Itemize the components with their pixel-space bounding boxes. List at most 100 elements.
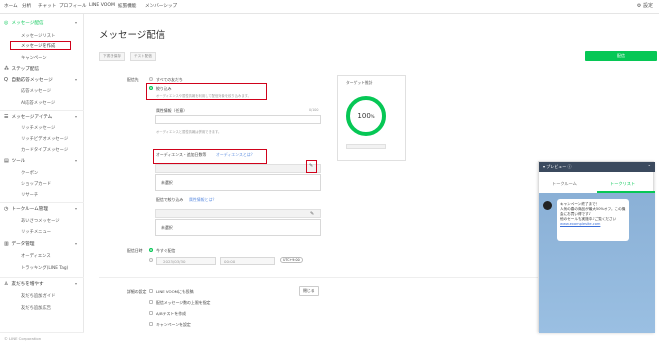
sidebar-section-message[interactable]: ◎ メッセージ配信	[4, 20, 44, 26]
sidebar-item-greeting[interactable]: あいさつメッセージ	[21, 218, 60, 224]
sidebar-section-tools[interactable]: ▤ ツール	[4, 158, 25, 164]
advanced-option-voom: LINE VOOMにも投稿	[156, 289, 194, 294]
char-counter: 0/100	[309, 108, 319, 112]
exclude-help-link[interactable]: 属性情報とは？	[189, 197, 216, 203]
radio-filter[interactable]	[149, 86, 153, 90]
person-icon: ♙	[4, 281, 9, 287]
chevron-down-icon[interactable]: ▾	[75, 20, 77, 25]
preview-chat-area: キャンペーン終了まで！ 人気の春の商品が最大50%オフ。この機 会にお買い得です…	[539, 193, 655, 333]
radio-all-friends[interactable]	[149, 77, 153, 81]
filter-note: オーディエンスや属性情報を利用して配信対象を絞り込みます。	[156, 94, 251, 98]
pencil-icon[interactable]: ✎	[309, 163, 313, 169]
time-placeholder: 00:00	[224, 259, 236, 264]
sidebar-section-auto-response[interactable]: Q 自動応答メッセージ	[4, 77, 53, 83]
checkbox-campaign[interactable]	[149, 322, 153, 326]
sidebar-section-step[interactable]: ⁂ ステップ配信	[4, 66, 39, 72]
send-time-label: 配信日時	[127, 248, 143, 253]
checkbox-voom[interactable]	[149, 289, 153, 293]
sidebar: ◎ メッセージ配信 ▾ メッセージリスト メッセージを作成 キャンペーン ⁂ ス…	[0, 14, 84, 341]
chevron-down-icon[interactable]: ▾	[75, 241, 77, 246]
nav-line-voom[interactable]: LINE VOOM	[89, 3, 115, 8]
radio-schedule[interactable]	[149, 258, 153, 262]
collapse-icon[interactable]: ⌃	[648, 164, 651, 169]
sidebar-item-response[interactable]: 応答メッセージ	[21, 88, 51, 94]
target-estimate-title: ターゲット推計	[346, 80, 373, 85]
data-icon: ▥	[4, 241, 9, 247]
advanced-option-limit: 配信メッセージ数の上限を指定	[156, 300, 211, 305]
pencil-icon[interactable]: ✎	[310, 211, 314, 217]
tab-talk-list[interactable]: トークリスト	[610, 181, 635, 187]
nav-analytics[interactable]: 分析	[22, 3, 31, 9]
sidebar-item-rich-menu[interactable]: リッチメニュー	[21, 229, 51, 235]
divider	[0, 277, 84, 278]
advanced-option-ab-test: A/Bテストを作成	[156, 311, 186, 316]
exclude-label: 配信で絞り込み	[156, 197, 184, 202]
date-input[interactable]: 2023/03/30	[156, 257, 216, 265]
audience-header-bar	[155, 164, 321, 173]
divider	[0, 110, 84, 111]
sidebar-item-coupon[interactable]: クーポン	[21, 170, 38, 176]
message-link[interactable]: www.examplesite.com	[560, 222, 626, 227]
chevron-down-icon[interactable]: ▾	[75, 158, 77, 163]
target-estimate-value: 100%	[357, 112, 375, 120]
sidebar-item-research[interactable]: リサーチ	[21, 192, 38, 198]
chevron-down-icon[interactable]: ▾	[75, 206, 77, 211]
copyright: © LINE Corporation	[4, 336, 42, 341]
sidebar-item-audience[interactable]: オーディエンス	[21, 253, 51, 259]
attribute-label: 属性情報（任意）	[156, 108, 188, 113]
list-icon: ☰	[4, 114, 9, 120]
sidebar-item-campaign[interactable]: キャンペーン	[21, 55, 47, 61]
sidebar-section-data[interactable]: ▥ データ管理	[4, 241, 34, 247]
sidebar-section-friends[interactable]: ♙ 友だちを増やす	[4, 281, 44, 287]
sidebar-section-message-items[interactable]: ☰ メッセージアイテム	[4, 114, 52, 120]
radio-send-now[interactable]	[149, 248, 153, 252]
send-button[interactable]: 配信	[585, 51, 657, 61]
sidebar-item-card-type[interactable]: カードタイプメッセージ	[21, 147, 68, 153]
exclude-selection-box[interactable]	[155, 219, 321, 236]
message-icon: ◎	[4, 20, 9, 26]
sidebar-item-rich-video[interactable]: リッチビデオメッセージ	[21, 136, 68, 142]
sidebar-item-create-message[interactable]: メッセージを作成	[21, 43, 55, 49]
sidebar-item-tracking[interactable]: トラッキング(LINE Tag)	[21, 265, 68, 271]
nav-profile[interactable]: プロフィール	[59, 3, 86, 9]
nav-membership[interactable]: メンバーシップ	[145, 3, 177, 9]
attribute-note: オーディエンスと属性情報は併用できます。	[156, 130, 222, 134]
audience-help-link[interactable]: オーディエンスとは？	[216, 152, 255, 158]
sidebar-item-ai-response[interactable]: AI応答メッセージ	[21, 100, 55, 106]
message-bubble: キャンペーン終了まで！ 人気の春の商品が最大50%オフ。この機 会にお買い得です…	[557, 199, 629, 241]
preview-header: ▾ プレビュー ⓘ ⌃	[539, 162, 655, 172]
sidebar-section-talk-room[interactable]: ◷ トークルーム管理	[4, 206, 48, 212]
step-icon: ⁂	[4, 66, 9, 72]
chevron-down-icon[interactable]: ▾	[75, 281, 77, 286]
top-navigation: ホーム 分析 チャット プロフィール LINE VOOM 拡張機能 メンバーシッ…	[0, 0, 659, 14]
sidebar-item-friend-guide[interactable]: 友だち追加ガイド	[21, 293, 55, 299]
attribute-input[interactable]	[155, 115, 321, 124]
audience-unset: 未選択	[161, 180, 173, 185]
sidebar-item-message-list[interactable]: メッセージリスト	[21, 33, 55, 39]
time-input[interactable]: 00:00	[220, 257, 275, 265]
preview-panel: ▾ プレビュー ⓘ ⌃ トークルーム トークリスト キャンペーン終了まで！ 人気…	[538, 161, 655, 333]
audience-selection-box[interactable]	[155, 174, 321, 191]
chevron-down-icon[interactable]: ▾	[75, 77, 77, 82]
sidebar-item-rich-message[interactable]: リッチメッセージ	[21, 125, 55, 131]
save-draft-button[interactable]: 下書き保存	[99, 52, 125, 61]
sidebar-item-shop-card[interactable]: ショップカード	[21, 181, 51, 187]
target-estimate-card: ターゲット推計 100%	[337, 75, 406, 161]
checkbox-limit[interactable]	[149, 300, 153, 304]
avatar	[543, 201, 552, 210]
send-now-option: 今すぐ配信	[156, 248, 176, 253]
test-send-button[interactable]: テスト配信	[130, 52, 156, 61]
collapse-button[interactable]: 閉じる	[299, 286, 319, 296]
nav-chat[interactable]: チャット	[38, 3, 56, 9]
sidebar-item-friend-ads[interactable]: 友だち追加広告	[21, 305, 51, 311]
page-title: メッセージ配信	[99, 30, 166, 41]
nav-extensions[interactable]: 拡張機能	[118, 3, 136, 9]
chevron-down-icon[interactable]: ▾	[75, 114, 77, 119]
tab-talk-room[interactable]: トークルーム	[552, 181, 577, 187]
chat-bubble-icon: Q	[4, 77, 8, 83]
date-placeholder: 2023/03/30	[163, 259, 186, 264]
tools-icon: ▤	[4, 158, 9, 164]
nav-home[interactable]: ホーム	[4, 3, 18, 9]
settings-gear-icon[interactable]: ⚙ 設定	[637, 2, 653, 9]
checkbox-ab-test[interactable]	[149, 311, 153, 315]
